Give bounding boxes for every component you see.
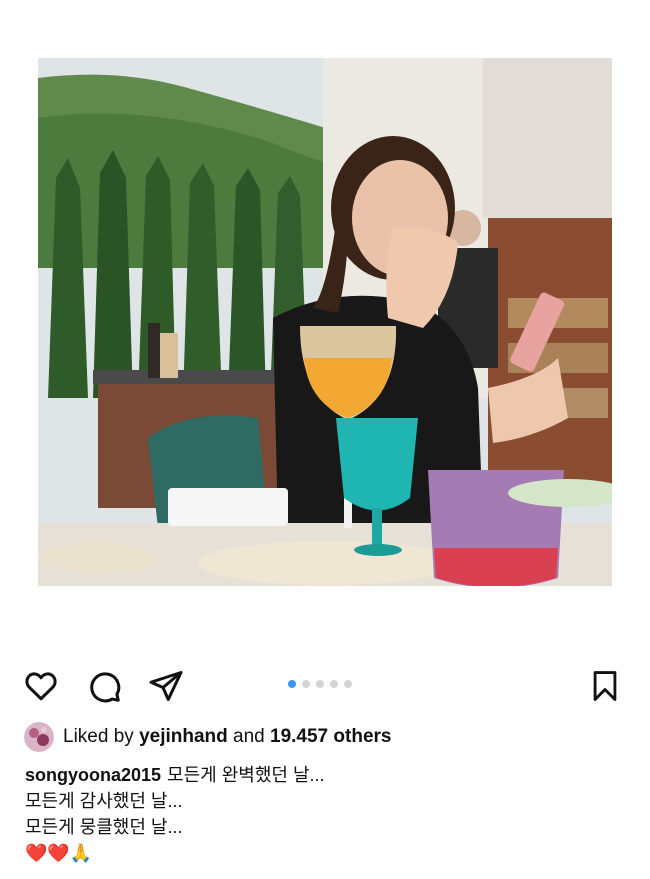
liked-by-username[interactable]: yejinhand (139, 726, 228, 748)
carousel-dot[interactable] (330, 680, 338, 688)
heart-icon[interactable] (21, 666, 61, 706)
likes-others[interactable]: 19.457 others (270, 726, 391, 748)
likes-prefix: Liked by (63, 726, 134, 747)
caption-text: 모든게 완벽했던 날... (167, 765, 325, 785)
carousel-dot[interactable] (316, 680, 324, 688)
bookmark-icon[interactable] (585, 666, 625, 706)
likes-row: Liked by yejinhand and 19.457 others (24, 722, 391, 752)
likes-middle: and (233, 726, 265, 747)
carousel-dot[interactable] (302, 680, 310, 688)
post-photo[interactable] (38, 58, 612, 586)
avatar[interactable] (24, 722, 54, 752)
caption: songyoona2015 모든게 완벽했던 날... 모든게 감사했던 날...… (25, 762, 325, 866)
caption-username[interactable]: songyoona2015 (25, 765, 161, 785)
caption-line: 모든게 뭉클했던 날... (25, 817, 183, 837)
caption-first-line: songyoona2015 모든게 완벽했던 날... (25, 762, 325, 788)
post-photo-illustration (38, 58, 612, 586)
caption-emoji-line: ❤️❤️🙏 (25, 843, 93, 863)
comment-bubble-icon[interactable] (84, 666, 124, 706)
paper-plane-icon[interactable] (146, 666, 186, 706)
action-bar (0, 660, 650, 710)
caption-line: 모든게 감사했던 날... (25, 791, 183, 811)
carousel-indicator (288, 680, 352, 688)
carousel-dot[interactable] (288, 680, 296, 688)
carousel-dot[interactable] (344, 680, 352, 688)
